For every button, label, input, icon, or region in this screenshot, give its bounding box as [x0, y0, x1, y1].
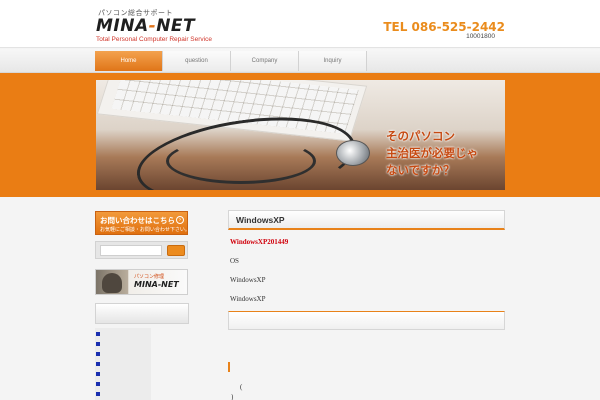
content-heading-text: WindowsXP	[236, 215, 285, 225]
content-heading: WindowsXP	[228, 210, 505, 230]
phone-number: TEL 086-525-2442	[383, 20, 505, 34]
arrow-circle-icon: ›	[176, 216, 184, 224]
technician-photo	[102, 273, 122, 293]
content-marker	[228, 362, 230, 372]
nav-item-question[interactable]: question	[163, 51, 231, 71]
sidebar-panel	[95, 328, 151, 400]
nav-item-company[interactable]: Company	[231, 51, 299, 71]
hero-caption: そのパソコン 主治医が必要じゃ ないですか？	[386, 128, 498, 179]
side-banner-text: パソコン修理	[134, 274, 165, 280]
sidebar-list-bullets	[96, 332, 100, 400]
search-button[interactable]	[167, 245, 185, 256]
nav-item-home[interactable]: Home	[95, 51, 163, 71]
side-banner[interactable]: パソコン修理 MINA-NET	[95, 269, 188, 295]
contact-title: お問い合わせはこちら	[100, 216, 175, 225]
stethoscope-chestpiece	[336, 140, 370, 166]
hero-caption-line: ないですか？	[386, 163, 455, 177]
contact-subtitle: お気軽にご相談・お問い合わせ下さい。	[100, 227, 190, 233]
site-header: パソコン総合サポート MINA-NET Total Personal Compu…	[0, 0, 600, 48]
content-line: WindowsXP	[230, 295, 266, 303]
hero-caption-line: そのパソコン	[386, 129, 455, 143]
hero-caption-line: 主治医が必要じゃ	[386, 146, 478, 160]
sidebar-section-header	[95, 303, 189, 324]
side-banner-brand: MINA-NET	[134, 280, 179, 289]
content-highlight: WindowsXP201449	[230, 238, 289, 246]
logo-subtitle: Total Personal Computer Repair Service	[96, 36, 212, 43]
main-navigation: Home question Company Inquiry	[0, 49, 600, 73]
search-input[interactable]	[100, 245, 162, 256]
hero-image: そのパソコン 主治医が必要じゃ ないですか？	[96, 80, 505, 190]
site-logo[interactable]: パソコン総合サポート MINA-NET Total Personal Compu…	[96, 9, 216, 44]
nav-list: Home question Company Inquiry	[95, 51, 367, 71]
stethoscope-tube-lower	[166, 138, 316, 184]
business-hours: 10001800	[466, 33, 495, 40]
content-line: OS	[230, 257, 239, 265]
content-box	[228, 311, 505, 330]
search-box	[95, 241, 188, 259]
content-glyph: (	[240, 383, 243, 391]
contact-banner[interactable]: お問い合わせはこちら お気軽にご相談・お問い合わせ下さい。 ›	[95, 211, 190, 235]
content-line: WindowsXP	[230, 276, 266, 284]
content-glyph: )	[231, 393, 234, 400]
nav-item-inquiry[interactable]: Inquiry	[299, 51, 367, 71]
logo-name: MINA-NET	[96, 16, 196, 36]
